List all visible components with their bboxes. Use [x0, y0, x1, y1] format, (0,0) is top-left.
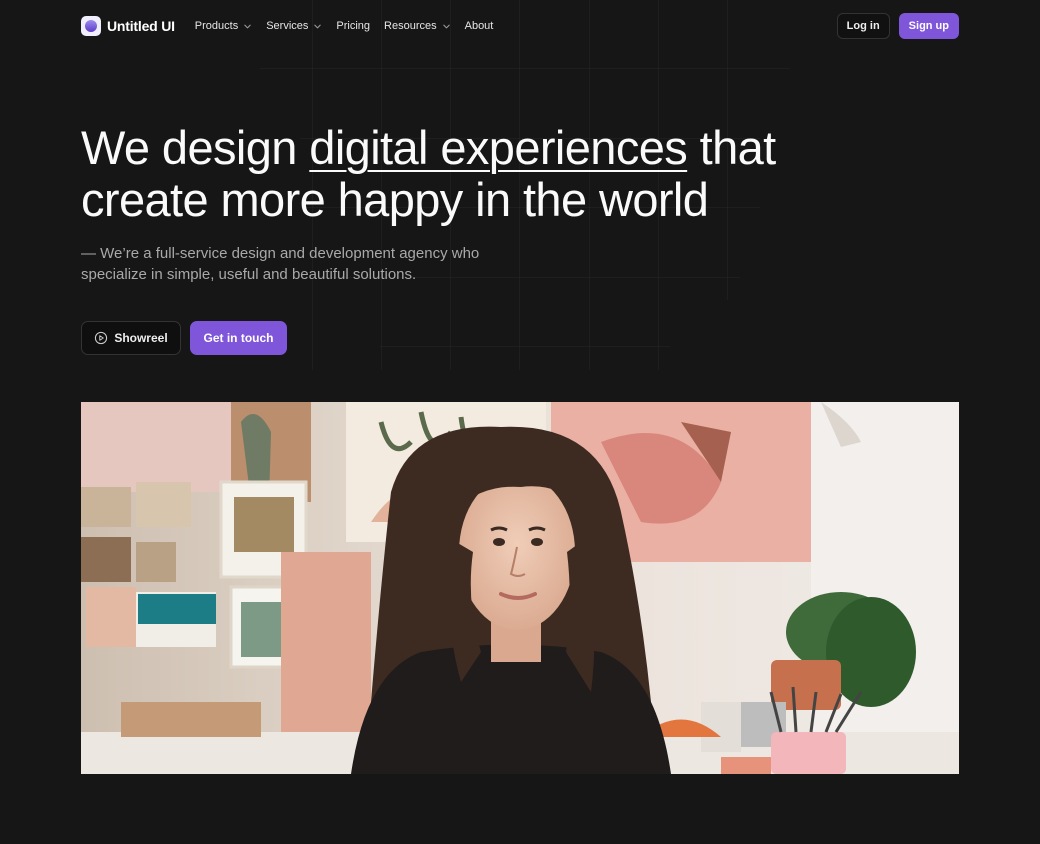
landing-page: Untitled UI Products Services Pricing Re…: [0, 0, 1040, 844]
nav-item-label: Services: [266, 20, 309, 32]
get-in-touch-button[interactable]: Get in touch: [190, 321, 287, 355]
brand-name: Untitled UI: [107, 18, 175, 34]
showreel-button[interactable]: Showreel: [81, 321, 181, 355]
chevron-down-icon: [244, 24, 251, 28]
nav-item-label: Pricing: [336, 20, 371, 32]
chevron-down-icon: [442, 24, 450, 28]
nav-item-label: Products: [194, 20, 239, 32]
hero-subheading: — We’re a full-service design and develo…: [81, 245, 480, 283]
chevron-down-icon: [314, 24, 322, 28]
nav-item-label: About: [464, 20, 494, 32]
showreel-label: Showreel: [114, 331, 168, 345]
main-menu: Products Services Pricing Resources Abou…: [195, 20, 494, 32]
headline-text-start: We design: [81, 121, 310, 174]
hero-headline: We design digital experiences that creat…: [81, 122, 821, 226]
logo-mark-icon: [81, 16, 101, 36]
top-nav: Untitled UI Products Services Pricing Re…: [81, 13, 959, 39]
nav-item-resources[interactable]: Resources: [384, 20, 451, 32]
play-circle-icon: [95, 331, 108, 345]
hero-actions: Showreel Get in touch: [81, 321, 287, 355]
nav-item-pricing[interactable]: Pricing: [336, 20, 370, 32]
nav-item-products[interactable]: Products: [195, 20, 252, 32]
nav-item-about[interactable]: About: [465, 20, 494, 32]
headline-highlight: digital experiences: [309, 121, 688, 174]
signup-button[interactable]: Sign up: [898, 13, 959, 39]
nav-item-services[interactable]: Services: [266, 20, 322, 32]
nav-item-label: Resources: [384, 20, 437, 32]
hero-photo-illustration: [81, 402, 959, 774]
auth-actions: Log in Sign up: [836, 13, 959, 39]
hero-image: [81, 402, 959, 774]
brand-logo[interactable]: Untitled UI: [81, 16, 175, 36]
login-button[interactable]: Log in: [836, 13, 890, 39]
